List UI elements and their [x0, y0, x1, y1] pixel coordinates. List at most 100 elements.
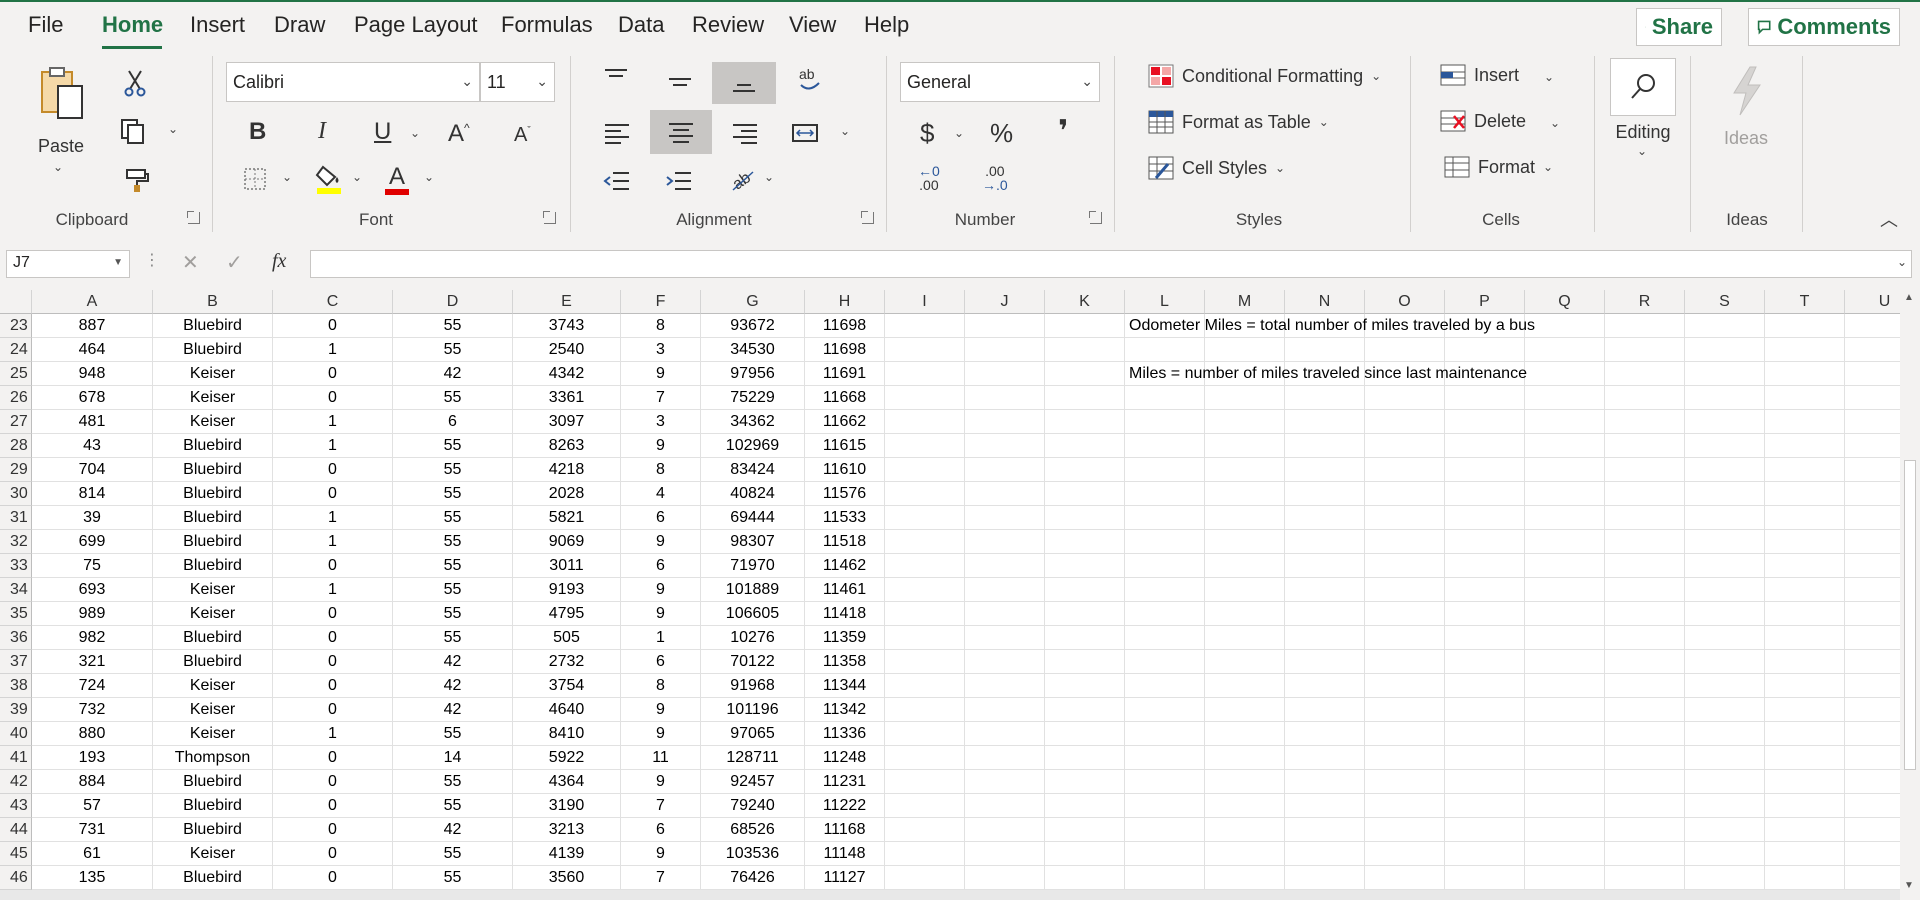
table-cell[interactable] [1285, 554, 1365, 578]
table-cell[interactable]: 55 [393, 842, 513, 866]
table-cell[interactable] [1045, 410, 1125, 434]
table-cell[interactable]: 103536 [701, 842, 805, 866]
table-cell[interactable] [1285, 530, 1365, 554]
underline-button[interactable]: U [374, 118, 391, 146]
table-cell[interactable] [1605, 674, 1685, 698]
cell-styles-button[interactable]: Cell Styles ⌄ [1148, 156, 1285, 180]
table-cell[interactable] [1285, 482, 1365, 506]
table-cell[interactable]: 42 [393, 650, 513, 674]
table-cell[interactable] [1205, 746, 1285, 770]
table-cell[interactable]: 55 [393, 866, 513, 890]
table-cell[interactable] [1205, 458, 1285, 482]
table-cell[interactable] [1365, 434, 1445, 458]
table-cell[interactable]: 55 [393, 314, 513, 338]
table-cell[interactable]: 880 [32, 722, 153, 746]
table-cell[interactable] [1765, 626, 1845, 650]
table-cell[interactable]: 11344 [805, 674, 885, 698]
table-cell[interactable]: 55 [393, 338, 513, 362]
table-cell[interactable]: 11668 [805, 386, 885, 410]
table-cell[interactable] [1205, 338, 1285, 362]
table-cell[interactable] [1525, 506, 1605, 530]
table-cell[interactable] [1685, 794, 1765, 818]
orientation-icon[interactable]: ab [794, 64, 824, 96]
font-launcher-icon[interactable] [543, 211, 556, 224]
table-cell[interactable]: 11127 [805, 866, 885, 890]
table-cell[interactable] [1045, 530, 1125, 554]
row-header[interactable]: 40 [0, 722, 32, 746]
table-cell[interactable] [1125, 818, 1205, 842]
table-cell[interactable]: Keiser [153, 386, 273, 410]
vertical-scrollbar[interactable]: ▲ ▼ [1900, 290, 1920, 900]
table-cell[interactable]: 6 [621, 818, 701, 842]
table-cell[interactable] [1205, 506, 1285, 530]
table-cell[interactable]: 11336 [805, 722, 885, 746]
table-cell[interactable] [1685, 362, 1765, 386]
table-cell[interactable]: 948 [32, 362, 153, 386]
table-cell[interactable]: 70122 [701, 650, 805, 674]
table-cell[interactable] [1045, 314, 1125, 338]
table-cell[interactable] [1125, 386, 1205, 410]
table-cell[interactable]: 3213 [513, 818, 621, 842]
table-cell[interactable]: 42 [393, 818, 513, 842]
table-cell[interactable] [1845, 314, 1900, 338]
table-cell[interactable]: 1 [621, 626, 701, 650]
font-color-icon[interactable]: A [382, 162, 412, 196]
table-cell[interactable]: Bluebird [153, 314, 273, 338]
table-cell[interactable]: 4795 [513, 602, 621, 626]
table-cell[interactable] [1525, 578, 1605, 602]
format-as-table-button[interactable]: Format as Table ⌄ [1148, 110, 1329, 134]
table-cell[interactable] [1205, 842, 1285, 866]
cut-icon[interactable] [122, 68, 148, 98]
table-cell[interactable]: 884 [32, 770, 153, 794]
table-cell[interactable] [1605, 794, 1685, 818]
table-cell[interactable] [1845, 626, 1900, 650]
table-cell[interactable]: 0 [273, 794, 393, 818]
table-cell[interactable] [885, 698, 965, 722]
table-cell[interactable] [1605, 386, 1685, 410]
table-cell[interactable] [965, 362, 1045, 386]
bold-button[interactable]: B [249, 118, 266, 146]
table-cell[interactable] [1765, 482, 1845, 506]
share-button[interactable]: Share [1636, 8, 1722, 46]
copy-icon[interactable] [118, 116, 148, 146]
table-cell[interactable] [965, 482, 1045, 506]
table-cell[interactable] [1445, 602, 1525, 626]
table-cell[interactable] [1045, 434, 1125, 458]
table-cell[interactable] [1685, 650, 1765, 674]
table-cell[interactable] [1525, 674, 1605, 698]
formula-input[interactable]: ⌄ [310, 250, 1912, 278]
table-cell[interactable] [1605, 650, 1685, 674]
table-cell[interactable]: 11461 [805, 578, 885, 602]
table-cell[interactable]: 5821 [513, 506, 621, 530]
table-cell[interactable]: Bluebird [153, 506, 273, 530]
table-cell[interactable] [1125, 338, 1205, 362]
table-cell[interactable] [1525, 746, 1605, 770]
table-cell[interactable]: 11248 [805, 746, 885, 770]
table-cell[interactable] [1845, 722, 1900, 746]
table-cell[interactable] [1845, 434, 1900, 458]
table-cell[interactable] [1365, 746, 1445, 770]
table-cell[interactable] [1285, 818, 1365, 842]
table-cell[interactable]: 11691 [805, 362, 885, 386]
table-cell[interactable] [1125, 650, 1205, 674]
table-cell[interactable] [965, 554, 1045, 578]
column-header-R[interactable]: R [1605, 290, 1685, 314]
table-cell[interactable] [1525, 338, 1605, 362]
format-painter-icon[interactable] [122, 166, 152, 194]
table-cell[interactable] [1685, 482, 1765, 506]
table-cell[interactable] [1045, 386, 1125, 410]
table-cell[interactable]: 11342 [805, 698, 885, 722]
table-cell[interactable]: 0 [273, 458, 393, 482]
table-cell[interactable] [1765, 386, 1845, 410]
table-cell[interactable] [1125, 506, 1205, 530]
table-cell[interactable] [1845, 362, 1900, 386]
tab-view[interactable]: View [789, 12, 836, 38]
table-cell[interactable] [1685, 722, 1765, 746]
table-cell[interactable] [1125, 530, 1205, 554]
table-cell[interactable]: 101889 [701, 578, 805, 602]
row-header[interactable]: 36 [0, 626, 32, 650]
column-header-B[interactable]: B [153, 290, 273, 314]
table-cell[interactable]: 55 [393, 578, 513, 602]
insert-cells-button[interactable]: Insert [1440, 64, 1519, 86]
column-header-D[interactable]: D [393, 290, 513, 314]
